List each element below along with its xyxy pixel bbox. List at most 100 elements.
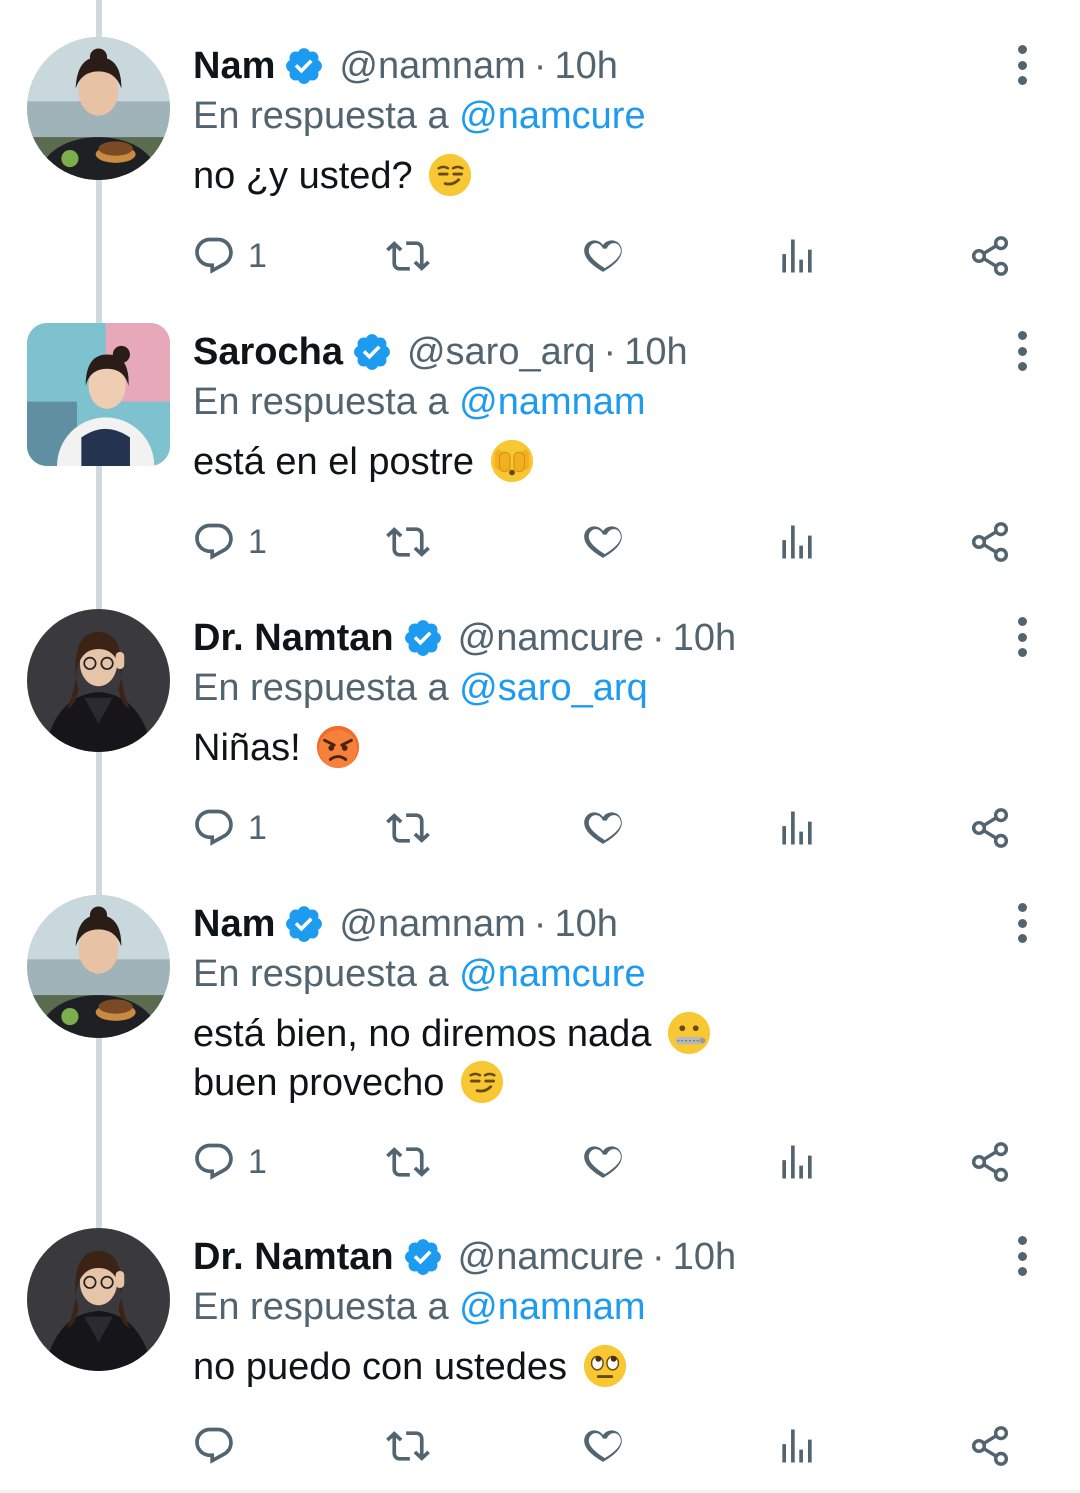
tweet-actions: 1 xyxy=(0,230,1080,282)
like-button[interactable] xyxy=(581,1420,625,1472)
tweet-text-line: Niñas! xyxy=(193,724,1013,773)
timestamp[interactable]: 10h xyxy=(554,896,617,952)
timestamp[interactable]: 10h xyxy=(624,324,687,380)
reply-prefix: En respuesta a xyxy=(193,1286,449,1328)
heart-icon xyxy=(584,1430,622,1462)
retweet-button[interactable] xyxy=(386,230,430,282)
eye-roll-emoji xyxy=(582,1343,628,1389)
tweet-text: Niñas! xyxy=(193,724,1013,773)
heart-icon xyxy=(584,812,622,844)
share-button[interactable] xyxy=(968,1420,1012,1472)
retweet-button[interactable] xyxy=(386,516,430,568)
smirk-emoji xyxy=(427,152,473,198)
author-name[interactable]: Dr. Namtan xyxy=(193,1229,394,1285)
angry-face-emoji xyxy=(315,724,361,770)
author-name[interactable]: Sarocha xyxy=(193,324,343,380)
sarocha-avatar[interactable] xyxy=(27,323,170,466)
tweet-actions: 1 xyxy=(0,516,1080,568)
reply-prefix: En respuesta a xyxy=(193,667,449,709)
smirk-emoji xyxy=(459,1059,505,1105)
namtan-avatar[interactable] xyxy=(27,609,170,752)
share-icon xyxy=(971,1426,1009,1466)
author-handle[interactable]: @namcure xyxy=(458,610,644,666)
tweet-text-content: Niñas! xyxy=(193,727,301,769)
share-button[interactable] xyxy=(968,516,1012,568)
reply-icon xyxy=(195,809,233,846)
views-button[interactable] xyxy=(775,1136,819,1188)
timestamp[interactable]: 10h xyxy=(554,38,617,94)
retweet-icon xyxy=(386,241,430,271)
reply-context: En respuesta a @namcure xyxy=(193,90,646,142)
verified-badge-icon xyxy=(283,903,325,945)
reply-to-link[interactable]: @namcure xyxy=(459,953,645,995)
views-button[interactable] xyxy=(775,802,819,854)
share-icon xyxy=(971,1142,1009,1182)
tweet-text-line: está en el postre xyxy=(193,438,1013,487)
share-button[interactable] xyxy=(968,1136,1012,1188)
more-options-icon[interactable] xyxy=(1004,1231,1040,1281)
reply-button[interactable]: 1 xyxy=(192,802,267,854)
more-options-icon[interactable] xyxy=(1004,898,1040,948)
nam-avatar[interactable] xyxy=(27,895,170,1038)
tweet-header: Nam @namnam · 10h xyxy=(193,896,618,952)
separator-dot: · xyxy=(533,45,547,87)
share-button[interactable] xyxy=(968,230,1012,282)
author-name[interactable]: Dr. Namtan xyxy=(193,610,394,666)
tweet-text-content: no ¿y usted? xyxy=(193,155,413,197)
like-button[interactable] xyxy=(581,516,625,568)
views-button[interactable] xyxy=(775,1420,819,1472)
more-options-icon[interactable] xyxy=(1004,612,1040,662)
tweet-actions: 1 xyxy=(0,802,1080,854)
reply-icon xyxy=(195,1143,233,1180)
author-handle[interactable]: @saro_arq xyxy=(407,324,596,380)
more-options-icon[interactable] xyxy=(1004,40,1040,90)
heart-icon xyxy=(584,1146,622,1178)
author-name[interactable]: Nam xyxy=(193,896,275,952)
timestamp[interactable]: 10h xyxy=(673,610,736,666)
reply-button[interactable]: 1 xyxy=(192,1136,267,1188)
views-button[interactable] xyxy=(775,230,819,282)
author-name[interactable]: Nam xyxy=(193,38,275,94)
namtan-avatar[interactable] xyxy=(27,1228,170,1371)
reply-button[interactable]: 1 xyxy=(192,230,267,282)
like-button[interactable] xyxy=(581,802,625,854)
share-icon xyxy=(971,808,1009,848)
reply-to-link[interactable]: @namnam xyxy=(459,1286,645,1328)
reply-count: 1 xyxy=(248,236,267,275)
share-icon xyxy=(971,522,1009,562)
reply-to-link[interactable]: @namnam xyxy=(459,381,645,423)
more-options-icon[interactable] xyxy=(1004,326,1040,376)
retweet-icon xyxy=(386,527,430,557)
tweet-header: Sarocha @saro_arq · 10h xyxy=(193,324,688,380)
author-handle[interactable]: @namcure xyxy=(458,1229,644,1285)
author-handle[interactable]: @namnam xyxy=(339,38,525,94)
retweet-button[interactable] xyxy=(386,1136,430,1188)
reply-prefix: En respuesta a xyxy=(193,95,449,137)
reply-button[interactable]: 1 xyxy=(192,516,267,568)
views-button[interactable] xyxy=(775,516,819,568)
reply-context: En respuesta a @namcure xyxy=(193,948,646,1000)
face-peeking-emoji xyxy=(489,438,535,484)
author-handle[interactable]: @namnam xyxy=(339,896,525,952)
reply-prefix: En respuesta a xyxy=(193,953,449,995)
heart-icon xyxy=(584,240,622,272)
share-button[interactable] xyxy=(968,802,1012,854)
retweet-button[interactable] xyxy=(386,802,430,854)
reply-to-link[interactable]: @namcure xyxy=(459,95,645,137)
reply-to-link[interactable]: @saro_arq xyxy=(459,667,648,709)
like-button[interactable] xyxy=(581,230,625,282)
retweet-button[interactable] xyxy=(386,1420,430,1472)
verified-badge-icon xyxy=(402,1236,444,1278)
separator-dot: · xyxy=(652,617,665,659)
tweet-text-line: buen provecho xyxy=(193,1059,1013,1108)
tweet-header: Nam @namnam · 10h xyxy=(193,38,618,94)
timestamp[interactable]: 10h xyxy=(673,1229,736,1285)
separator-dot: · xyxy=(533,903,547,945)
tweet-text: no puedo con ustedes xyxy=(193,1343,1013,1392)
nam-avatar[interactable] xyxy=(27,37,170,180)
like-button[interactable] xyxy=(581,1136,625,1188)
reply-button[interactable] xyxy=(192,1420,248,1472)
views-chart-icon xyxy=(782,811,812,845)
reply-context: En respuesta a @saro_arq xyxy=(193,662,648,714)
reply-context: En respuesta a @namnam xyxy=(193,376,646,428)
